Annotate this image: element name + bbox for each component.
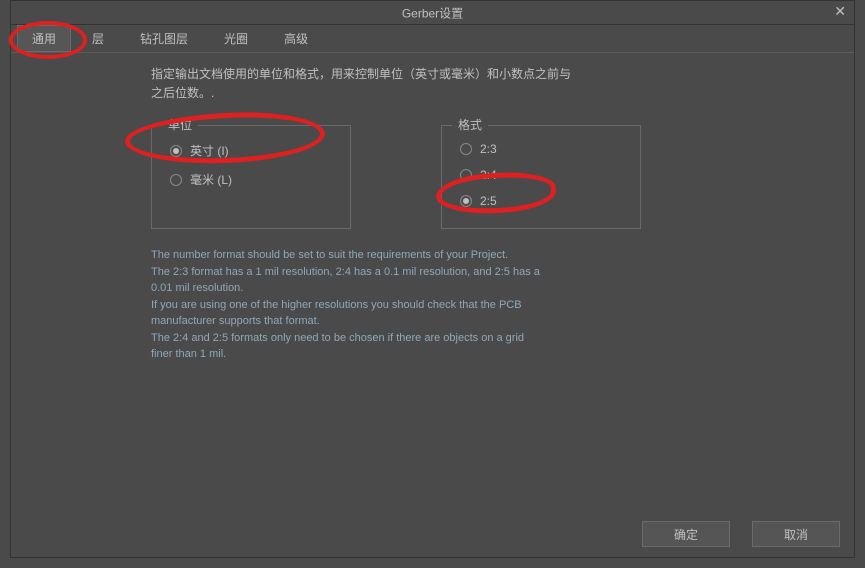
tab-advanced-label: 高级 [284,32,308,46]
cancel-button[interactable]: 取消 [752,521,840,547]
units-group-label: 单位 [162,116,198,133]
help-line: The number format should be set to suit … [151,249,508,261]
help-line: 0.01 mil resolution. [151,282,243,294]
tab-aperture-label: 光圈 [224,32,248,46]
window-title: Gerber设置 [402,4,463,21]
format-radio-24-label: 2:4 [480,168,497,182]
help-line: If you are using one of the higher resol… [151,299,522,311]
tab-advanced[interactable]: 高级 [269,25,323,52]
ok-button-label: 确定 [674,526,698,543]
tab-content: 指定输出文档使用的单位和格式，用来控制单位（英寸或毫米）和小数点之前与 之后位数… [11,53,854,363]
units-radio-inch-label: 英寸 (I) [190,142,229,159]
format-radio-25-label: 2:5 [480,194,497,208]
ok-button[interactable]: 确定 [642,521,730,547]
tab-bar: 通用 层 钻孔图层 光圈 高级 [11,25,854,53]
help-line: The 2:4 and 2:5 formats only need to be … [151,332,524,344]
format-radio-25[interactable]: 2:5 [460,188,622,214]
radio-icon [170,145,182,157]
description-line-2: 之后位数。. [151,86,214,100]
help-text: The number format should be set to suit … [151,247,791,363]
tab-general-label: 通用 [32,32,56,46]
radio-icon [460,143,472,155]
tab-layers-label: 层 [92,32,104,46]
radio-icon [460,169,472,181]
help-line: finer than 1 mil. [151,348,226,360]
description-text: 指定输出文档使用的单位和格式，用来控制单位（英寸或毫米）和小数点之前与 之后位数… [151,65,840,103]
units-radio-mm[interactable]: 毫米 (L) [170,165,332,194]
gerber-settings-window: Gerber设置 ✕ 通用 层 钻孔图层 光圈 高级 指定输出文档使用的单位和格… [10,0,855,558]
format-radio-23[interactable]: 2:3 [460,136,622,162]
format-group-label: 格式 [452,116,488,133]
format-radio-23-label: 2:3 [480,142,497,156]
tab-aperture[interactable]: 光圈 [209,25,263,52]
units-radio-mm-label: 毫米 (L) [190,171,232,188]
tab-drill-label: 钻孔图层 [140,32,188,46]
titlebar: Gerber设置 ✕ [11,1,854,25]
units-group: 单位 英寸 (I) 毫米 (L) [151,125,351,229]
tab-general[interactable]: 通用 [17,25,71,52]
radio-icon [460,195,472,207]
format-radio-24[interactable]: 2:4 [460,162,622,188]
description-line-1: 指定输出文档使用的单位和格式，用来控制单位（英寸或毫米）和小数点之前与 [151,67,571,81]
help-line: manufacturer supports that format. [151,315,320,327]
close-icon[interactable]: ✕ [834,3,846,20]
option-groups: 单位 英寸 (I) 毫米 (L) 格式 2:3 2:4 [151,125,840,229]
radio-icon [170,174,182,186]
format-group: 格式 2:3 2:4 2:5 [441,125,641,229]
cancel-button-label: 取消 [784,526,808,543]
tab-drill-layers[interactable]: 钻孔图层 [125,25,203,52]
tab-layers[interactable]: 层 [77,25,119,52]
units-radio-inch[interactable]: 英寸 (I) [170,136,332,165]
help-line: The 2:3 format has a 1 mil resolution, 2… [151,266,540,278]
footer-buttons: 确定 取消 [642,521,840,547]
